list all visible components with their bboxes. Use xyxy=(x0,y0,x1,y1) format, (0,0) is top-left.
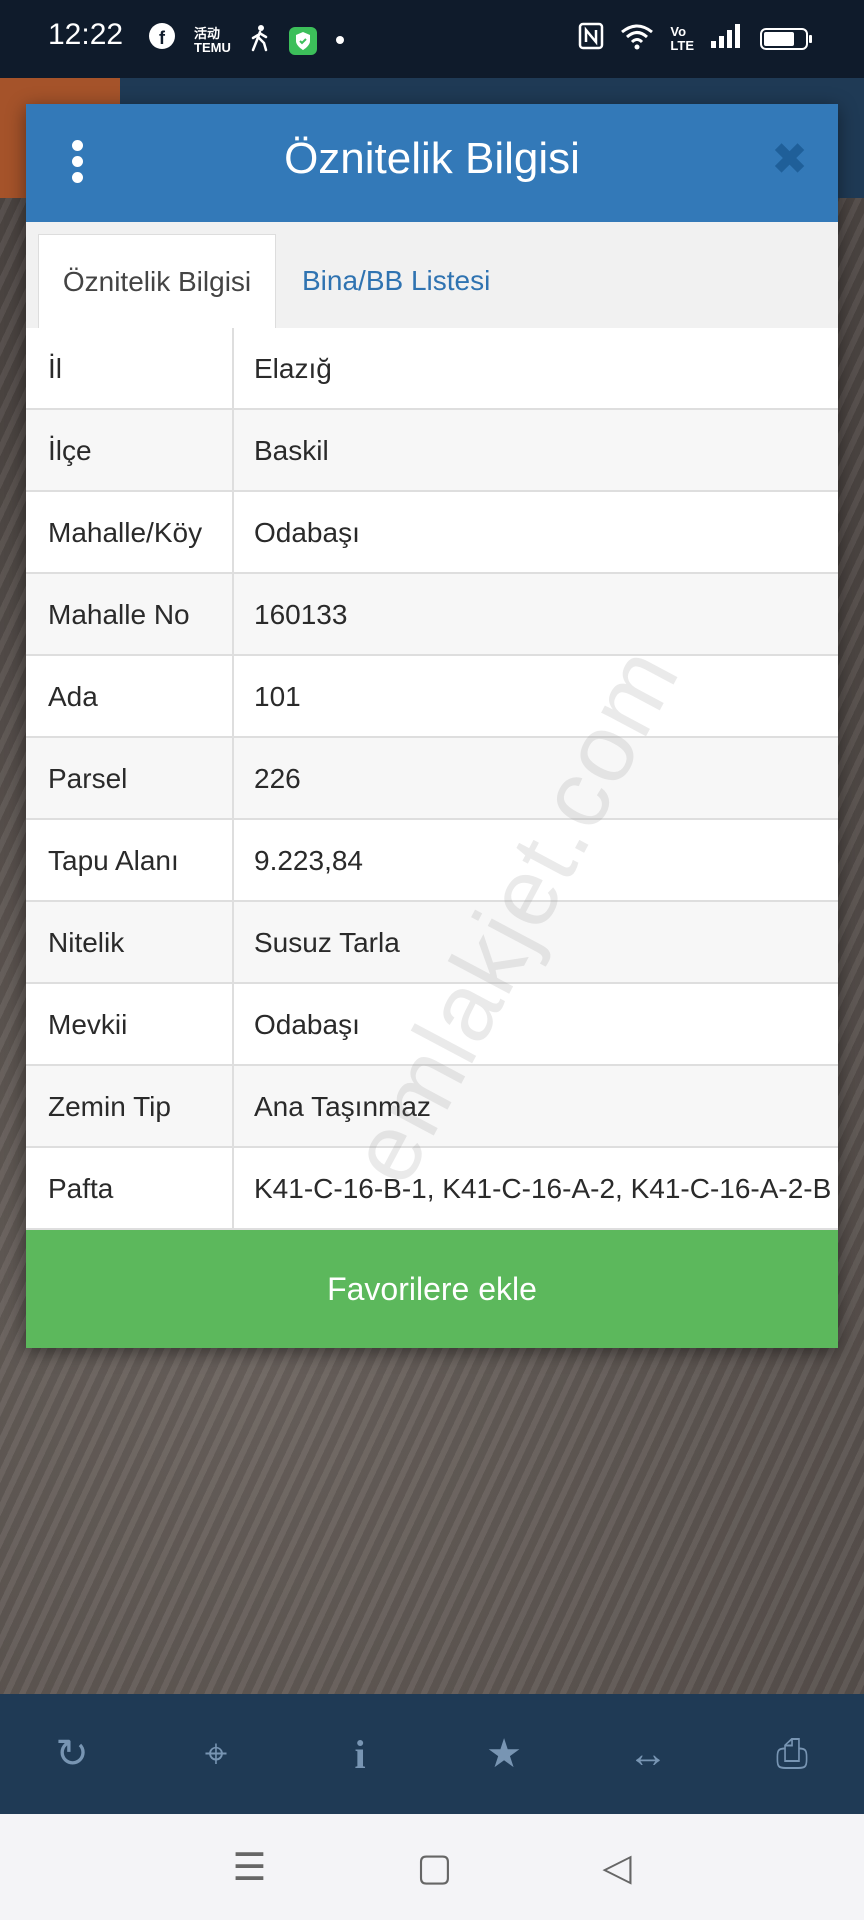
status-bar: 12:22 f 活动 TEMU Vo LTE xyxy=(0,0,864,78)
cell-divider xyxy=(232,984,234,1064)
star-icon[interactable]: ★ xyxy=(464,1731,544,1777)
signal-icon xyxy=(710,23,744,54)
row-value: Susuz Tarla xyxy=(254,927,400,958)
row-label: İlçe xyxy=(48,435,92,466)
table-row: Mevkii Odabaşı xyxy=(26,984,838,1066)
table-row: İlçe Baskil xyxy=(26,410,838,492)
status-right-icons: Vo LTE xyxy=(578,22,812,55)
shield-icon xyxy=(288,26,317,55)
cell-divider xyxy=(232,492,234,572)
cell-divider xyxy=(232,656,234,736)
row-value: Odabaşı xyxy=(254,517,360,548)
menu-nav-icon[interactable]: ☰ xyxy=(232,1845,266,1890)
locate-icon[interactable]: ⌖ xyxy=(176,1732,256,1777)
row-label: Nitelik xyxy=(48,927,125,958)
row-label: İl xyxy=(48,353,62,384)
attribute-table: İl Elazığ İlçe Baskil Mahalle/Köy Odabaş… xyxy=(26,328,838,1230)
tab-building-list[interactable]: Bina/BB Listesi xyxy=(302,234,490,328)
row-value: K41-C-16-B-1, K41-C-16-A-2, K41-C-16-A-2… xyxy=(254,1173,832,1204)
row-label: Zemin Tip xyxy=(48,1091,171,1122)
table-row: Tapu Alanı 9.223,84 xyxy=(26,820,838,902)
row-label: Pafta xyxy=(48,1173,114,1204)
row-value: 9.223,84 xyxy=(254,845,363,876)
row-value: 160133 xyxy=(254,599,348,630)
row-value: Ana Taşınmaz xyxy=(254,1091,431,1122)
nfc-icon xyxy=(578,22,604,55)
dialog-title: Öznitelik Bilgisi xyxy=(284,134,580,183)
add-to-favorites-button[interactable]: Favorilere ekle xyxy=(26,1230,838,1348)
status-left-icons: f 活动 TEMU xyxy=(148,22,345,59)
row-value: Baskil xyxy=(254,435,329,466)
volte-icon: Vo LTE xyxy=(670,23,694,53)
refresh-icon[interactable]: ↻ xyxy=(32,1731,112,1777)
cell-divider xyxy=(232,1148,234,1228)
dot-icon xyxy=(335,32,345,50)
map-toolbar: ↻ ⌖ i ★ ↔ ⎙ xyxy=(0,1694,864,1814)
table-row: Nitelik Susuz Tarla xyxy=(26,902,838,984)
back-nav-icon[interactable]: ◁ xyxy=(602,1845,631,1890)
row-label: Parsel xyxy=(48,763,128,794)
table-row: Mahalle No 160133 xyxy=(26,574,838,656)
table-row: İl Elazığ xyxy=(26,328,838,410)
wifi-icon xyxy=(620,22,654,55)
row-value: 226 xyxy=(254,763,301,794)
cell-divider xyxy=(232,738,234,818)
cell-divider xyxy=(232,328,234,408)
battery-icon xyxy=(760,27,812,50)
cell-divider xyxy=(232,410,234,490)
status-time: 12:22 xyxy=(48,18,124,51)
info-icon[interactable]: i xyxy=(320,1731,400,1778)
table-row: Parsel 226 xyxy=(26,738,838,820)
print-icon[interactable]: ⎙ xyxy=(752,1732,832,1777)
close-icon[interactable]: ✖ xyxy=(771,134,808,185)
attribute-info-dialog: Öznitelik Bilgisi ✖ Öznitelik Bilgisi Bi… xyxy=(26,104,838,1348)
row-label: Mahalle/Köy xyxy=(48,517,203,548)
cell-divider xyxy=(232,902,234,982)
dialog-header: Öznitelik Bilgisi ✖ xyxy=(26,104,838,222)
cell-divider xyxy=(232,574,234,654)
row-value: 101 xyxy=(254,681,301,712)
row-value: Elazığ xyxy=(254,353,332,384)
table-row: Mahalle/Köy Odabaşı xyxy=(26,492,838,574)
table-row: Ada 101 xyxy=(26,656,838,738)
facebook-icon: f xyxy=(148,22,176,59)
measure-icon[interactable]: ↔ xyxy=(608,1732,688,1777)
row-label: Ada xyxy=(48,681,98,712)
tab-bar: Öznitelik Bilgisi Bina/BB Listesi xyxy=(26,222,838,329)
walking-icon xyxy=(249,24,271,57)
row-label: Mahalle No xyxy=(48,599,190,630)
row-label: Mevkii xyxy=(48,1009,128,1040)
table-row: Zemin Tip Ana Taşınmaz xyxy=(26,1066,838,1148)
cell-divider xyxy=(232,1066,234,1146)
row-label: Tapu Alanı xyxy=(48,845,179,876)
row-value: Odabaşı xyxy=(254,1009,360,1040)
table-row: Pafta K41-C-16-B-1, K41-C-16-A-2, K41-C-… xyxy=(26,1148,838,1230)
tab-attribute-info[interactable]: Öznitelik Bilgisi xyxy=(38,234,276,328)
home-nav-icon[interactable]: ▢ xyxy=(416,1845,452,1890)
temu-icon: 活动 TEMU xyxy=(194,25,231,55)
system-nav-bar: ☰ ▢ ◁ xyxy=(0,1814,864,1920)
cell-divider xyxy=(232,820,234,900)
svg-text:f: f xyxy=(159,28,166,48)
